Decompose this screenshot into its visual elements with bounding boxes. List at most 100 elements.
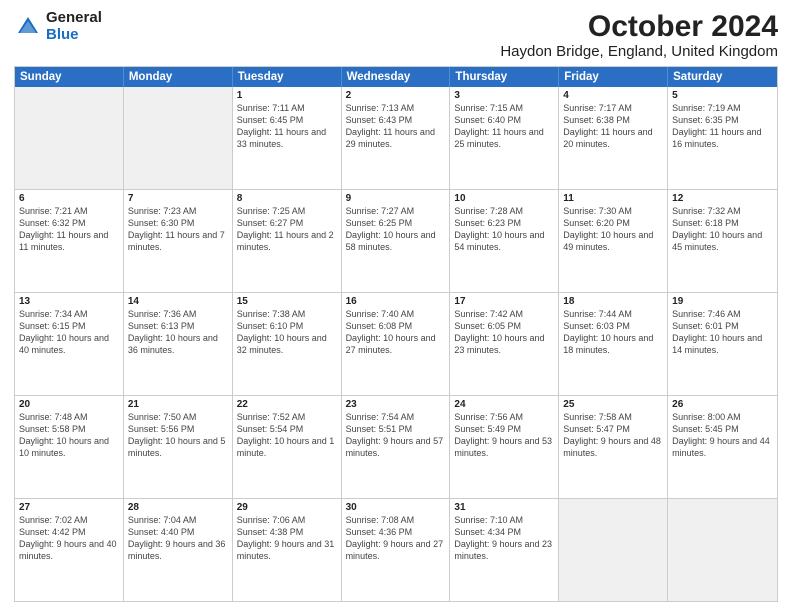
- calendar: Sunday Monday Tuesday Wednesday Thursday…: [14, 66, 778, 602]
- calendar-cell-1-0: 6Sunrise: 7:21 AM Sunset: 6:32 PM Daylig…: [15, 190, 124, 292]
- logo-icon: [14, 13, 42, 41]
- calendar-cell-0-4: 3Sunrise: 7:15 AM Sunset: 6:40 PM Daylig…: [450, 87, 559, 189]
- cell-text-18: Sunrise: 7:44 AM Sunset: 6:03 PM Dayligh…: [563, 309, 653, 355]
- page: General Blue October 2024 Haydon Bridge,…: [0, 0, 792, 612]
- cell-text-19: Sunrise: 7:46 AM Sunset: 6:01 PM Dayligh…: [672, 309, 762, 355]
- day-number-24: 24: [454, 399, 554, 410]
- calendar-cell-2-1: 14 Sunrise: 7:36 AM Sunset: 6:13 PM Dayli…: [124, 293, 233, 395]
- calendar-row-1: 6Sunrise: 7:21 AM Sunset: 6:32 PM Daylig…: [15, 189, 777, 292]
- day-number-8: 8: [237, 193, 337, 204]
- day-number-16: 16: [346, 296, 446, 307]
- calendar-cell-3-3: 23 Sunrise: 7:54 AM Sunset: 5:51 PM Dayli…: [342, 396, 451, 498]
- day-number-22: 22: [237, 399, 337, 410]
- cell-text-27: Sunrise: 7:02 AM Sunset: 4:42 PM Dayligh…: [19, 515, 117, 561]
- calendar-row-2: 13Sunrise: 7:34 AM Sunset: 6:15 PM Dayli…: [15, 292, 777, 395]
- header-wednesday: Wednesday: [342, 67, 451, 87]
- calendar-cell-4-6: [668, 499, 777, 601]
- calendar-cell-1-1: 7 Sunrise: 7:23 AM Sunset: 6:30 PM Daylig…: [124, 190, 233, 292]
- day-number-27: 27: [19, 502, 119, 513]
- calendar-cell-0-3: 2 Sunrise: 7:13 AM Sunset: 6:43 PM Daylig…: [342, 87, 451, 189]
- day-number-19: 19: [672, 296, 773, 307]
- day-number-11: 11: [563, 193, 663, 204]
- calendar-row-3: 20Sunrise: 7:48 AM Sunset: 5:58 PM Dayli…: [15, 395, 777, 498]
- day-number-31: 31: [454, 502, 554, 513]
- cell-text-10: Sunrise: 7:28 AM Sunset: 6:23 PM Dayligh…: [454, 206, 544, 252]
- cell-text-4: Sunrise: 7:17 AM Sunset: 6:38 PM Dayligh…: [563, 103, 652, 149]
- day-number-18: 18: [563, 296, 663, 307]
- calendar-cell-2-6: 19 Sunrise: 7:46 AM Sunset: 6:01 PM Dayli…: [668, 293, 777, 395]
- cell-text-15: Sunrise: 7:38 AM Sunset: 6:10 PM Dayligh…: [237, 309, 327, 355]
- day-number-30: 30: [346, 502, 446, 513]
- calendar-row-0: 1Sunrise: 7:11 AM Sunset: 6:45 PM Daylig…: [15, 87, 777, 189]
- calendar-cell-0-5: 4 Sunrise: 7:17 AM Sunset: 6:38 PM Daylig…: [559, 87, 668, 189]
- title-month: October 2024: [500, 10, 778, 43]
- header-monday: Monday: [124, 67, 233, 87]
- calendar-cell-1-4: 10 Sunrise: 7:28 AM Sunset: 6:23 PM Dayli…: [450, 190, 559, 292]
- cell-text-24: Sunrise: 7:56 AM Sunset: 5:49 PM Dayligh…: [454, 412, 552, 458]
- calendar-cell-1-6: 12 Sunrise: 7:32 AM Sunset: 6:18 PM Dayli…: [668, 190, 777, 292]
- calendar-cell-3-6: 26 Sunrise: 8:00 AM Sunset: 5:45 PM Dayli…: [668, 396, 777, 498]
- calendar-cell-2-2: 15 Sunrise: 7:38 AM Sunset: 6:10 PM Dayli…: [233, 293, 342, 395]
- day-number-21: 21: [128, 399, 228, 410]
- calendar-cell-3-4: 24 Sunrise: 7:56 AM Sunset: 5:49 PM Dayli…: [450, 396, 559, 498]
- calendar-body: 1Sunrise: 7:11 AM Sunset: 6:45 PM Daylig…: [15, 87, 777, 601]
- cell-text-22: Sunrise: 7:52 AM Sunset: 5:54 PM Dayligh…: [237, 412, 335, 458]
- day-number-6: 6: [19, 193, 119, 204]
- calendar-cell-0-0: [15, 87, 124, 189]
- day-number-25: 25: [563, 399, 663, 410]
- calendar-cell-4-4: 31 Sunrise: 7:10 AM Sunset: 4:34 PM Dayli…: [450, 499, 559, 601]
- cell-text-28: Sunrise: 7:04 AM Sunset: 4:40 PM Dayligh…: [128, 515, 226, 561]
- day-number-26: 26: [672, 399, 773, 410]
- cell-text-31: Sunrise: 7:10 AM Sunset: 4:34 PM Dayligh…: [454, 515, 552, 561]
- logo-blue-text: Blue: [46, 27, 102, 44]
- cell-text-26: Sunrise: 8:00 AM Sunset: 5:45 PM Dayligh…: [672, 412, 770, 458]
- cell-text-21: Sunrise: 7:50 AM Sunset: 5:56 PM Dayligh…: [128, 412, 226, 458]
- cell-text-30: Sunrise: 7:08 AM Sunset: 4:36 PM Dayligh…: [346, 515, 444, 561]
- day-number-9: 9: [346, 193, 446, 204]
- calendar-cell-0-6: 5Sunrise: 7:19 AM Sunset: 6:35 PM Daylig…: [668, 87, 777, 189]
- cell-text-7: Sunrise: 7:23 AM Sunset: 6:30 PM Dayligh…: [128, 206, 225, 252]
- calendar-cell-4-3: 30 Sunrise: 7:08 AM Sunset: 4:36 PM Dayli…: [342, 499, 451, 601]
- header-saturday: Saturday: [668, 67, 777, 87]
- cell-text-11: Sunrise: 7:30 AM Sunset: 6:20 PM Dayligh…: [563, 206, 653, 252]
- day-number-17: 17: [454, 296, 554, 307]
- calendar-row-4: 27 Sunrise: 7:02 AM Sunset: 4:42 PM Dayli…: [15, 498, 777, 601]
- calendar-cell-3-5: 25 Sunrise: 7:58 AM Sunset: 5:47 PM Dayli…: [559, 396, 668, 498]
- calendar-cell-2-3: 16 Sunrise: 7:40 AM Sunset: 6:08 PM Dayli…: [342, 293, 451, 395]
- calendar-header: Sunday Monday Tuesday Wednesday Thursday…: [15, 67, 777, 87]
- day-number-14: 14: [128, 296, 228, 307]
- calendar-cell-4-1: 28 Sunrise: 7:04 AM Sunset: 4:40 PM Dayli…: [124, 499, 233, 601]
- header-tuesday: Tuesday: [233, 67, 342, 87]
- title-location: Haydon Bridge, England, United Kingdom: [500, 43, 778, 60]
- day-number-2: 2: [346, 90, 446, 101]
- logo-general-text: General: [46, 10, 102, 27]
- cell-text-17: Sunrise: 7:42 AM Sunset: 6:05 PM Dayligh…: [454, 309, 544, 355]
- calendar-cell-1-5: 11 Sunrise: 7:30 AM Sunset: 6:20 PM Dayli…: [559, 190, 668, 292]
- header-friday: Friday: [559, 67, 668, 87]
- header: General Blue October 2024 Haydon Bridge,…: [14, 10, 778, 60]
- day-number-10: 10: [454, 193, 554, 204]
- logo-text: General Blue: [46, 10, 102, 43]
- cell-text-16: Sunrise: 7:40 AM Sunset: 6:08 PM Dayligh…: [346, 309, 436, 355]
- title-block: October 2024 Haydon Bridge, England, Uni…: [500, 10, 778, 60]
- day-number-20: 20: [19, 399, 119, 410]
- cell-text-2: Sunrise: 7:13 AM Sunset: 6:43 PM Dayligh…: [346, 103, 435, 149]
- day-number-4: 4: [563, 90, 663, 101]
- calendar-cell-1-3: 9Sunrise: 7:27 AM Sunset: 6:25 PM Daylig…: [342, 190, 451, 292]
- cell-text-12: Sunrise: 7:32 AM Sunset: 6:18 PM Dayligh…: [672, 206, 762, 252]
- day-number-12: 12: [672, 193, 773, 204]
- cell-text-8: Sunrise: 7:25 AM Sunset: 6:27 PM Dayligh…: [237, 206, 334, 252]
- calendar-cell-2-0: 13Sunrise: 7:34 AM Sunset: 6:15 PM Dayli…: [15, 293, 124, 395]
- cell-text-23: Sunrise: 7:54 AM Sunset: 5:51 PM Dayligh…: [346, 412, 444, 458]
- day-number-23: 23: [346, 399, 446, 410]
- day-number-28: 28: [128, 502, 228, 513]
- day-number-15: 15: [237, 296, 337, 307]
- day-number-5: 5: [672, 90, 773, 101]
- cell-text-13: Sunrise: 7:34 AM Sunset: 6:15 PM Dayligh…: [19, 309, 109, 355]
- day-number-7: 7: [128, 193, 228, 204]
- cell-text-14: Sunrise: 7:36 AM Sunset: 6:13 PM Dayligh…: [128, 309, 218, 355]
- calendar-cell-4-2: 29Sunrise: 7:06 AM Sunset: 4:38 PM Dayli…: [233, 499, 342, 601]
- cell-text-25: Sunrise: 7:58 AM Sunset: 5:47 PM Dayligh…: [563, 412, 661, 458]
- calendar-cell-0-1: [124, 87, 233, 189]
- day-number-1: 1: [237, 90, 337, 101]
